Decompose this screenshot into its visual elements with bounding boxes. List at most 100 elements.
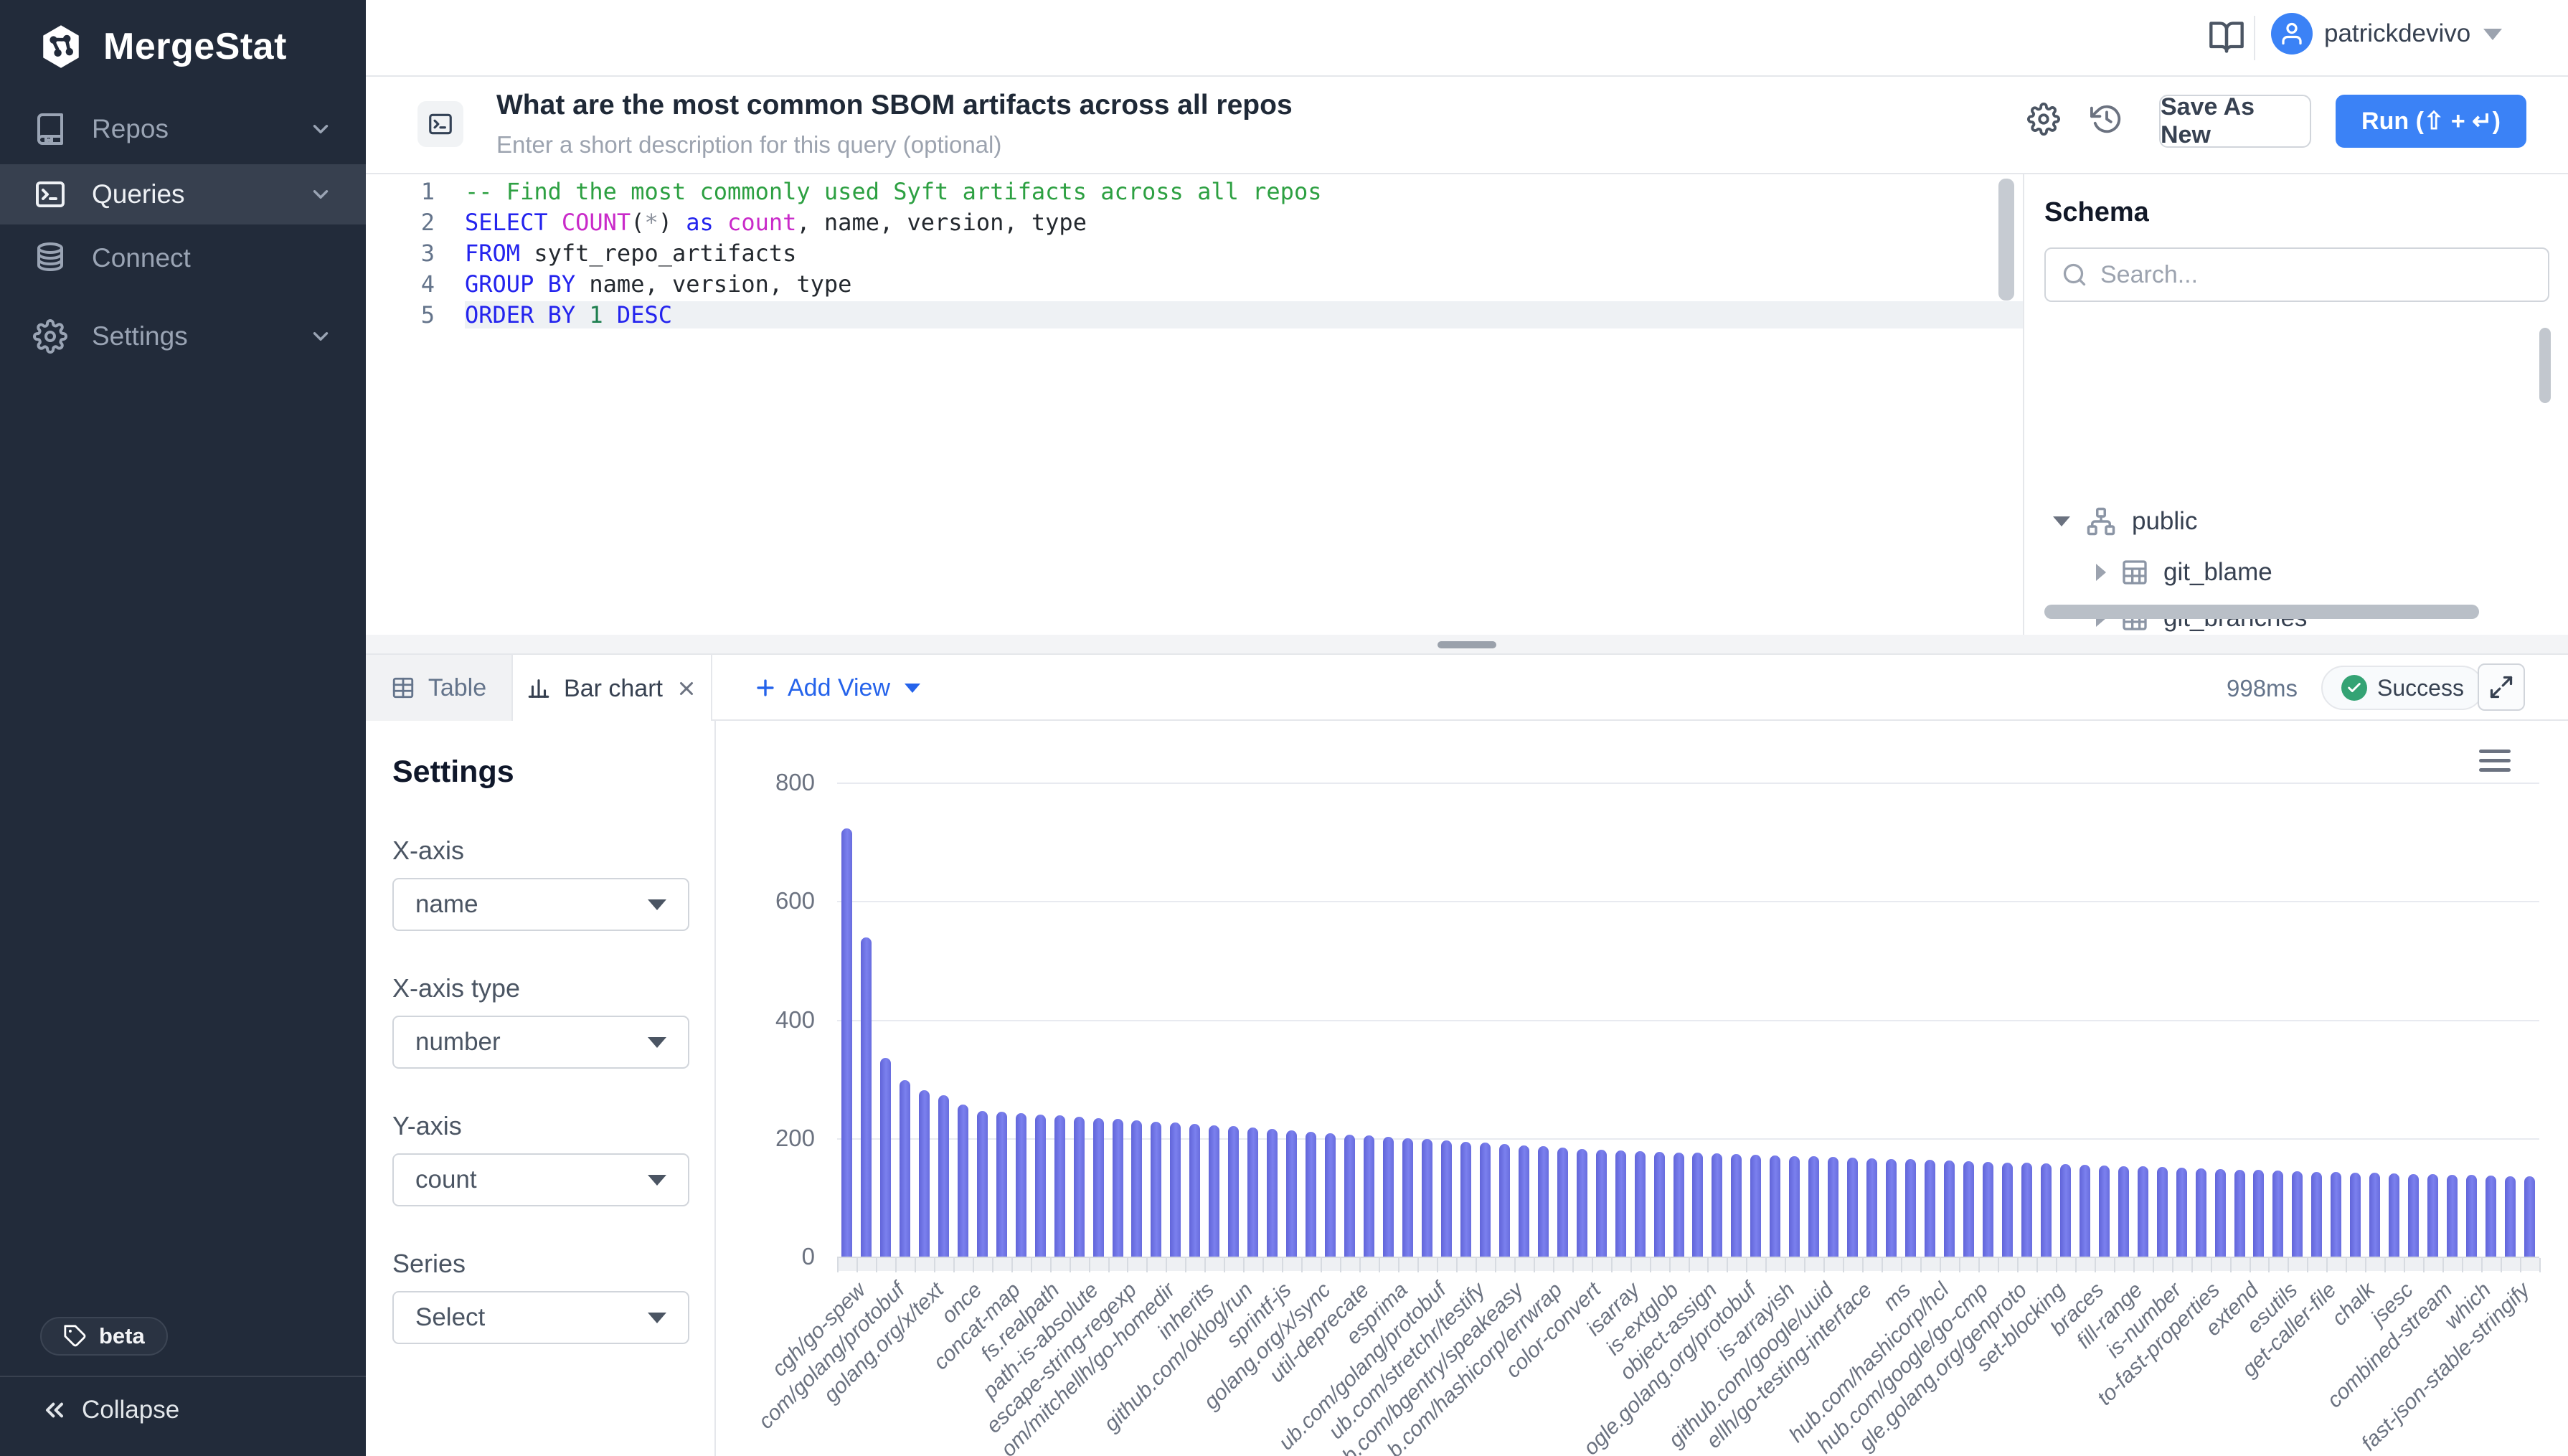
query-history-icon[interactable] — [2090, 103, 2123, 136]
bar[interactable] — [900, 1080, 910, 1257]
bar[interactable] — [1074, 1117, 1085, 1257]
bar[interactable] — [1228, 1126, 1239, 1257]
bar[interactable] — [1035, 1115, 1046, 1257]
bar[interactable] — [1460, 1142, 1471, 1257]
bar[interactable] — [1247, 1128, 1258, 1257]
bar[interactable] — [2021, 1163, 2032, 1257]
bar[interactable] — [1170, 1122, 1181, 1257]
bar[interactable] — [1557, 1148, 1568, 1257]
bar[interactable] — [1692, 1153, 1703, 1257]
bar[interactable] — [1654, 1152, 1665, 1257]
sidebar-item-queries[interactable]: Queries — [0, 164, 366, 224]
series-select[interactable]: Select — [392, 1291, 689, 1344]
query-title[interactable]: What are the most common SBOM artifacts … — [496, 90, 1293, 121]
bar[interactable] — [2138, 1166, 2148, 1257]
docs-book-icon[interactable] — [2208, 19, 2245, 56]
bar[interactable] — [1808, 1156, 1819, 1257]
bar[interactable] — [1209, 1125, 1219, 1257]
bar[interactable] — [1519, 1145, 1529, 1257]
bar[interactable] — [1635, 1151, 1646, 1257]
bar[interactable] — [1093, 1118, 1104, 1257]
schema-search-input[interactable] — [2100, 261, 2502, 289]
username[interactable]: patrickdevivo — [2324, 19, 2470, 48]
bar[interactable] — [977, 1111, 988, 1257]
schema-horizontal-scrollbar[interactable] — [2044, 605, 2479, 619]
bar[interactable] — [2408, 1174, 2419, 1257]
bar[interactable] — [1364, 1135, 1374, 1257]
schema-search-box[interactable] — [2044, 247, 2549, 302]
bar[interactable] — [2505, 1176, 2516, 1257]
bar[interactable] — [1016, 1113, 1026, 1257]
bar[interactable] — [1712, 1153, 1722, 1257]
bar[interactable] — [1151, 1122, 1161, 1257]
bar[interactable] — [1847, 1158, 1858, 1257]
schema-table-git_blame[interactable]: git_blame — [2096, 549, 2272, 595]
query-settings-gear-icon[interactable] — [2027, 103, 2060, 136]
bar[interactable] — [2196, 1168, 2206, 1257]
add-view-button[interactable]: Add View — [753, 655, 920, 721]
split-drag-handle[interactable] — [1438, 641, 1496, 648]
bar[interactable] — [2389, 1173, 2399, 1257]
bar[interactable] — [2041, 1163, 2052, 1257]
schema-node-public[interactable]: public — [2053, 498, 2197, 544]
bar[interactable] — [2272, 1171, 2283, 1257]
bar[interactable] — [1499, 1144, 1510, 1257]
bar[interactable] — [2234, 1170, 2245, 1257]
bar[interactable] — [919, 1090, 930, 1257]
sql-editor[interactable]: 1-- Find the most commonly used Syft art… — [366, 174, 2023, 635]
bar[interactable] — [938, 1095, 949, 1257]
query-description-input[interactable] — [496, 131, 1501, 159]
collapse-button[interactable]: Collapse — [40, 1396, 179, 1424]
bar[interactable] — [2466, 1175, 2477, 1257]
bar[interactable] — [2311, 1172, 2322, 1257]
bar[interactable] — [880, 1058, 891, 1257]
bar[interactable] — [2427, 1174, 2438, 1257]
bar[interactable] — [2486, 1176, 2496, 1257]
sidebar-item-connect[interactable]: Connect — [0, 228, 366, 288]
bar[interactable] — [1789, 1156, 1800, 1257]
bar[interactable] — [2060, 1164, 2071, 1257]
bar[interactable] — [1538, 1146, 1549, 1257]
bar[interactable] — [1113, 1119, 1123, 1257]
save-as-new-button[interactable]: Save As New — [2159, 95, 2311, 148]
bar[interactable] — [2080, 1165, 2090, 1257]
x-axis-select[interactable]: name — [392, 878, 689, 931]
bar[interactable] — [2002, 1163, 2013, 1257]
expand-button[interactable] — [2478, 663, 2525, 711]
bar[interactable] — [1983, 1162, 1993, 1257]
bar[interactable] — [1731, 1154, 1742, 1257]
bar[interactable] — [1750, 1155, 1761, 1257]
bar[interactable] — [2215, 1169, 2226, 1257]
bar[interactable] — [1402, 1138, 1413, 1257]
bar[interactable] — [2253, 1170, 2264, 1257]
bar-chart-panel[interactable]: 0200400600800cgh/go-spewcom/golang/proto… — [716, 721, 2568, 1456]
bar[interactable] — [1480, 1143, 1491, 1257]
x-axis-type-select[interactable]: number — [392, 1016, 689, 1069]
bar[interactable] — [841, 828, 852, 1257]
bar[interactable] — [1344, 1135, 1355, 1257]
bar[interactable] — [2524, 1176, 2535, 1257]
bar[interactable] — [2099, 1166, 2110, 1257]
close-icon[interactable] — [676, 678, 697, 699]
bar[interactable] — [1963, 1161, 1974, 1257]
bar[interactable] — [1383, 1137, 1394, 1257]
y-axis-select[interactable]: count — [392, 1153, 689, 1206]
bar[interactable] — [1267, 1129, 1278, 1257]
tab-table[interactable]: Table — [366, 655, 513, 721]
bar[interactable] — [958, 1105, 968, 1257]
bar[interactable] — [1286, 1130, 1297, 1257]
bar[interactable] — [1189, 1124, 1200, 1257]
bar[interactable] — [1828, 1157, 1838, 1257]
bar[interactable] — [2350, 1173, 2361, 1257]
bar[interactable] — [1422, 1139, 1432, 1257]
bar[interactable] — [1944, 1160, 1955, 1257]
sidebar-item-settings[interactable]: Settings — [0, 306, 366, 367]
bar[interactable] — [1925, 1160, 1935, 1257]
sidebar-item-repos[interactable]: Repos — [0, 99, 366, 159]
avatar[interactable] — [2271, 13, 2313, 55]
bar[interactable] — [2176, 1168, 2187, 1257]
bar[interactable] — [1905, 1159, 1916, 1257]
bar[interactable] — [1131, 1120, 1142, 1257]
bar[interactable] — [1615, 1150, 1626, 1257]
chart-menu-icon[interactable] — [2479, 750, 2511, 777]
